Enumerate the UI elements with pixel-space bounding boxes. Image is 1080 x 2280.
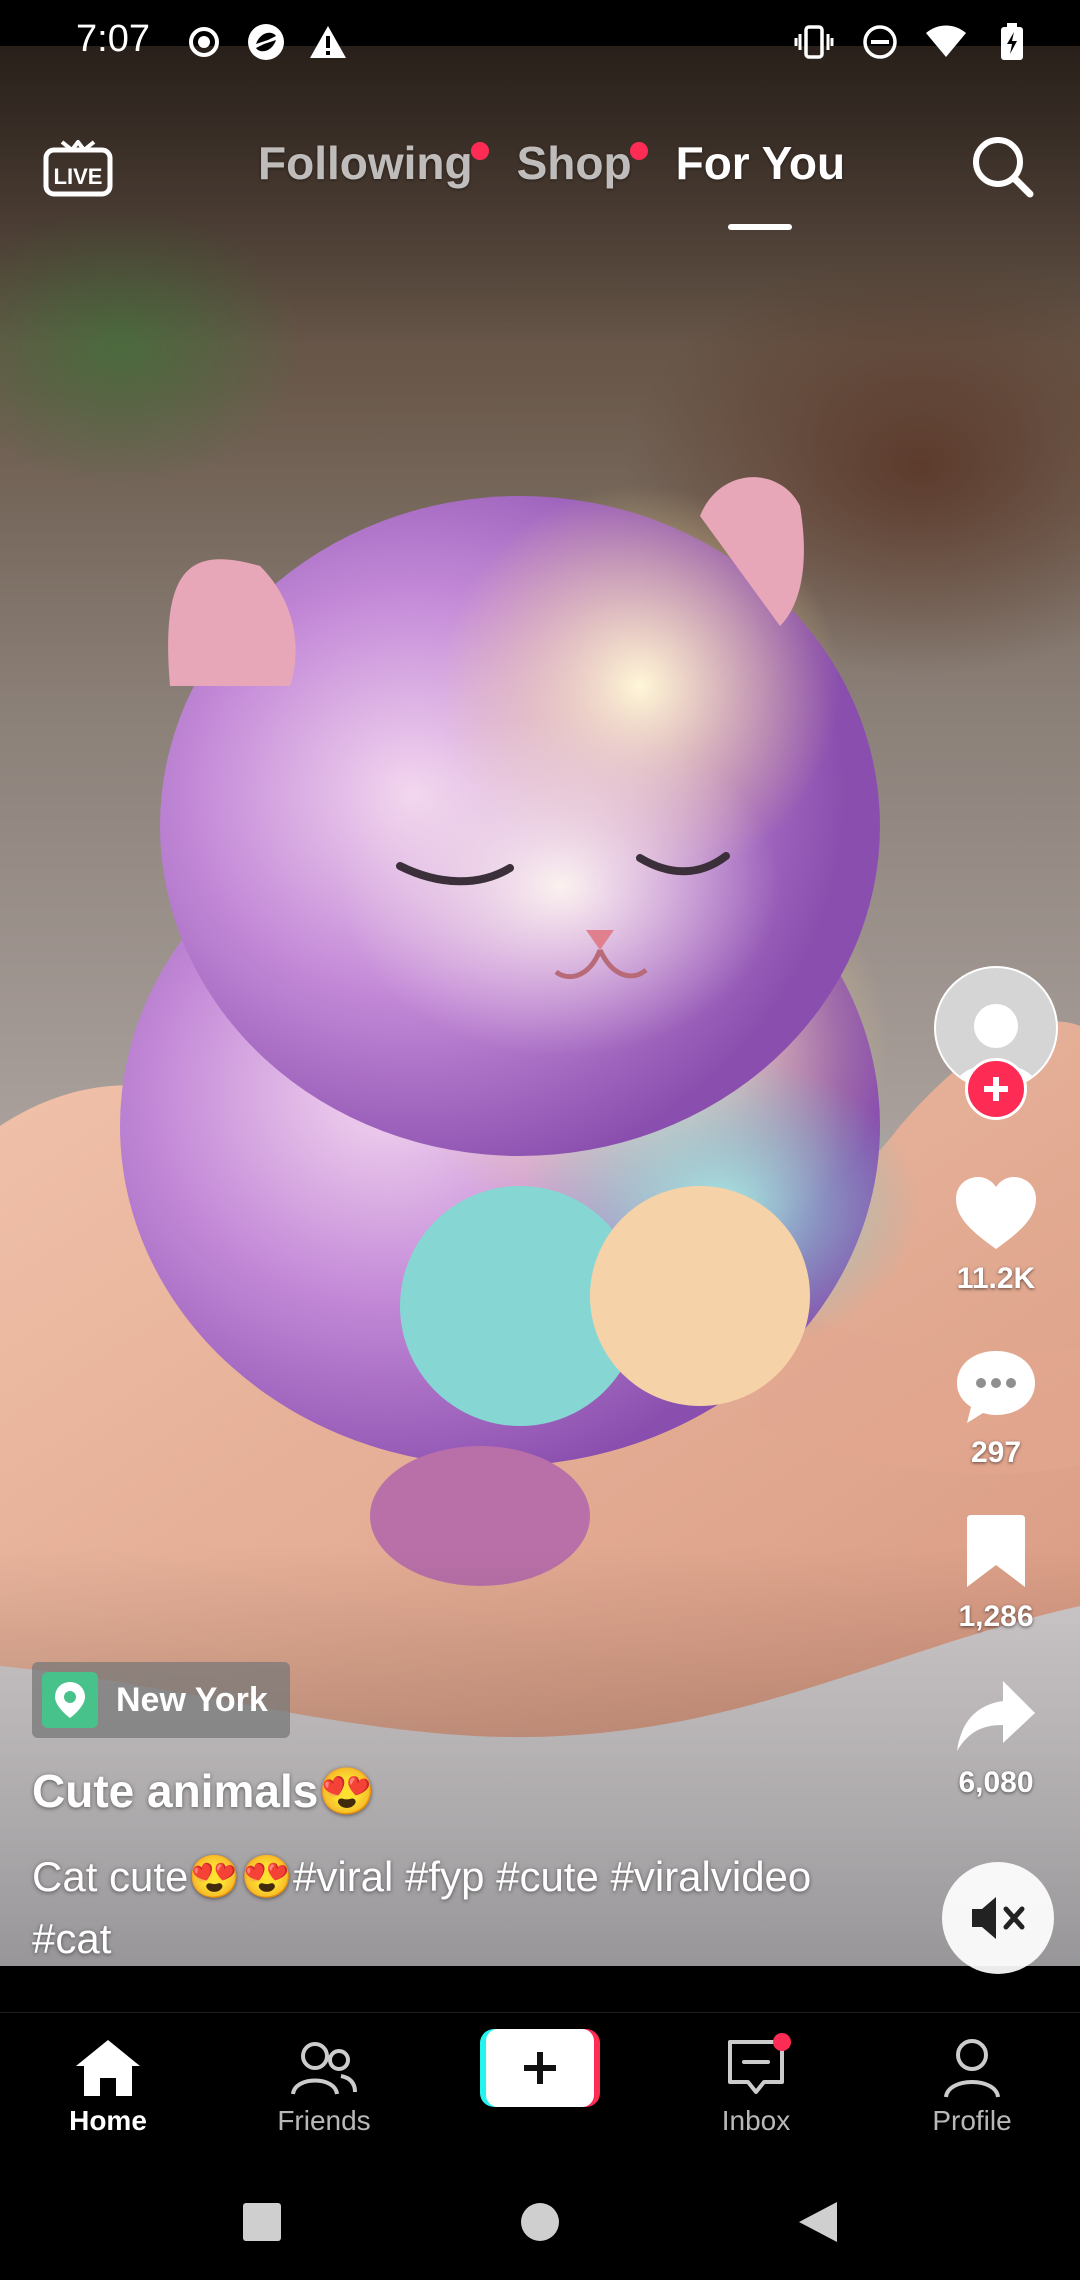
search-icon [973,137,1034,198]
home-icon [23,2033,193,2103]
search-button[interactable] [964,128,1040,204]
location-pin-icon [42,1672,98,1728]
tab-profile[interactable]: Profile [887,2033,1057,2137]
battery-charging-icon [992,22,1032,62]
status-bar: 7:07 [0,0,1080,86]
back-triangle-icon [799,2202,837,2242]
video-title[interactable]: Cute animals😍 [32,1764,376,1819]
plus-icon [486,2029,594,2107]
home-system-button[interactable] [516,2198,564,2246]
svg-text:LIVE: LIVE [54,164,103,189]
record-icon [184,22,224,62]
square-icon [243,2203,281,2241]
tab-following[interactable]: Following [258,136,489,190]
comment-icon [946,1342,1046,1432]
status-time: 7:07 [76,18,150,60]
tab-home[interactable]: Home [23,2033,193,2137]
location-label: New York [116,1680,268,1719]
do-not-disturb-icon [860,22,900,62]
vibrate-icon [794,22,834,62]
mute-button[interactable] [942,1862,1054,1974]
tab-for-you[interactable]: For You [676,136,845,230]
system-nav-bar [0,2162,1080,2280]
bookmark-count: 1,286 [958,1600,1034,1633]
creator-avatar[interactable] [934,966,1058,1120]
comment-button[interactable]: 297 [932,1342,1060,1470]
like-count: 11.2K [956,1262,1036,1295]
back-button[interactable] [794,2198,842,2246]
comment-count: 297 [970,1436,1022,1469]
create-button[interactable] [480,2029,600,2107]
status-icons-right [794,22,1032,62]
live-button[interactable]: LIVE [40,128,116,204]
active-tab-indicator [728,224,793,230]
notification-dot [470,142,489,160]
profile-icon [887,2033,1057,2103]
tab-shop[interactable]: Shop [517,136,648,190]
bookmark-icon [946,1506,1046,1596]
wifi-icon [926,22,966,62]
location-tag[interactable]: New York [32,1662,290,1738]
status-icons-left [184,22,348,62]
speaker-muted-icon [972,1897,1025,1939]
live-icon: LIVE [43,140,113,197]
plus-icon [984,1077,1008,1101]
friends-icon [239,2033,409,2103]
top-nav: LIVE Following Shop For You [0,120,1080,230]
notification-dot [629,142,648,160]
action-rail: 11.2K 297 1,286 6,080 [932,966,1060,1799]
tab-inbox[interactable]: Inbox [671,2033,841,2137]
bookmark-button[interactable]: 1,286 [932,1506,1060,1634]
feed-tabs: Following Shop For You [258,136,845,230]
circle-icon [521,2203,559,2241]
app-badge-icon [246,22,286,62]
screen: 7:07 LIVE Following Shop For You 11.2K 2… [0,0,1080,2280]
share-count: 6,080 [958,1766,1034,1799]
inbox-icon [671,2033,841,2103]
warning-icon [308,22,348,62]
share-button[interactable]: 6,080 [932,1672,1060,1800]
heart-icon [946,1168,1046,1258]
video-caption[interactable]: Cat cute😍😍#viral #fyp #cute #viralvideo … [32,1846,812,1970]
share-arrow-icon [946,1672,1046,1762]
like-button[interactable]: 11.2K [932,1168,1060,1296]
bottom-tab-bar: Home Friends Inbox Profile [0,2012,1080,2163]
notification-dot [773,2033,791,2051]
tab-friends[interactable]: Friends [239,2033,409,2137]
recents-button[interactable] [238,2198,286,2246]
follow-button[interactable] [965,1058,1027,1120]
